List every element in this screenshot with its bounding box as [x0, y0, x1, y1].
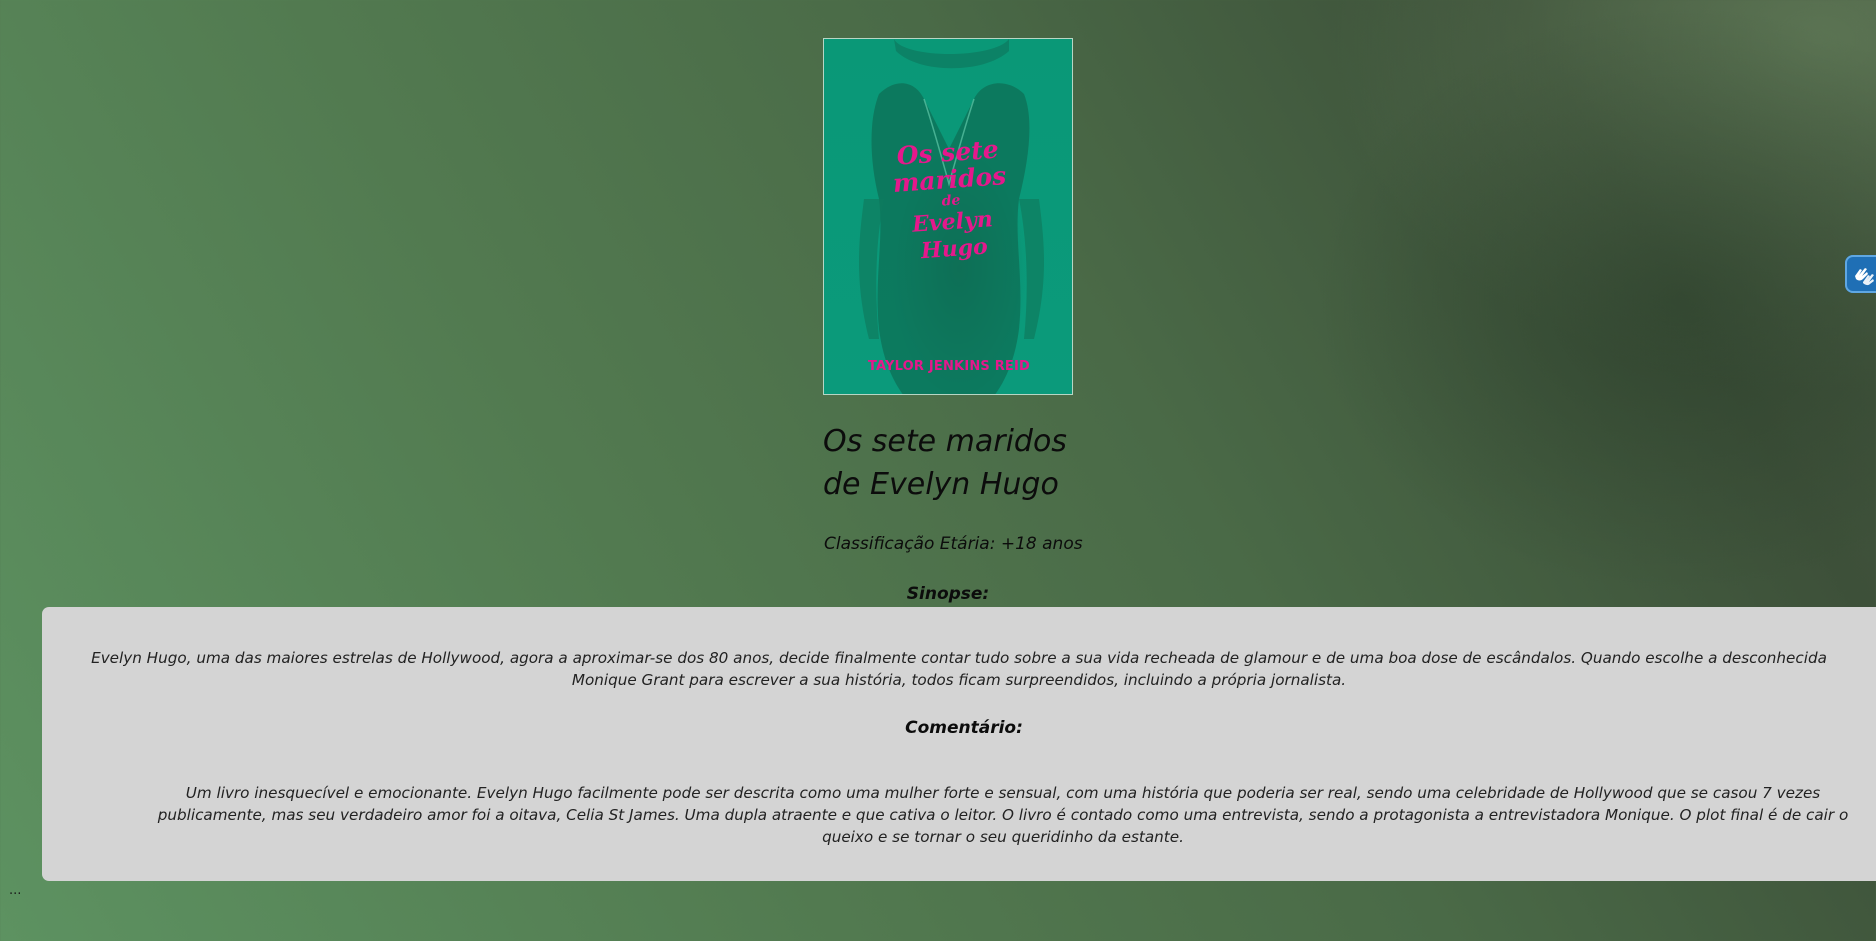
review-panel: Evelyn Hugo, uma das maiores estrelas de… [42, 607, 1876, 881]
cover-author-text: TAYLOR JENKINS REID [867, 359, 1031, 374]
accessibility-sign-language-button[interactable] [1845, 255, 1876, 293]
synopsis-text: Evelyn Hugo, uma das maiores estrelas de… [91, 649, 1827, 689]
comment-heading: Comentário: [905, 718, 1023, 738]
book-cover-image: Os sete maridos de Evelyn Hugo TAYLOR JE… [823, 38, 1073, 395]
book-title: Os sete maridos de Evelyn Hugo [823, 420, 1143, 506]
age-rating: Classificação Etária: +18 anos [824, 534, 1083, 554]
synopsis-heading: Sinopse: [906, 584, 990, 604]
cover-title-text: Os sete maridos de Evelyn Hugo [891, 134, 1008, 265]
book-title-line-2: de Evelyn Hugo [823, 467, 1059, 502]
comment-text: Um livro inesquecível e emocionante. Eve… [157, 784, 1849, 846]
footer-ellipsis: ... [9, 883, 22, 898]
sign-language-hands-icon [1855, 268, 1874, 286]
book-title-line-1: Os sete maridos [823, 424, 1067, 459]
